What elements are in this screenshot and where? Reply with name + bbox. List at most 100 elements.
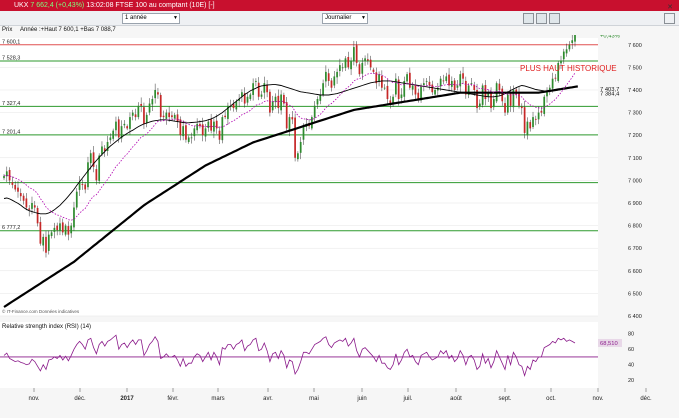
candle-body (478, 103, 481, 107)
candle-body (33, 205, 36, 208)
candle-body (473, 85, 476, 90)
candle-body (568, 44, 571, 50)
candle-body (394, 78, 397, 95)
tools-icon[interactable] (536, 13, 547, 24)
candle-body (176, 114, 179, 122)
x-tick-label: 2017 (120, 396, 134, 402)
candle-body (45, 236, 47, 253)
candle-body (546, 92, 548, 97)
candle-body (445, 76, 448, 81)
rsi-tick-label: 20 (628, 378, 634, 384)
candle-body (520, 106, 523, 109)
candle-body (255, 80, 257, 82)
candle-body (518, 92, 520, 106)
candle-body (526, 121, 529, 136)
candle-body (28, 208, 31, 210)
candle-body (470, 83, 473, 85)
price-tick-label: 7 200 (628, 133, 642, 139)
candle-body (490, 93, 492, 109)
x-tick-label: juin (356, 396, 366, 402)
candle-body (221, 117, 224, 141)
candle-body (367, 59, 369, 61)
x-tick-label: avr. (263, 396, 273, 402)
candle-body (344, 58, 347, 68)
candle-body (257, 82, 260, 97)
candle-body (350, 60, 352, 70)
candle-body (355, 45, 358, 63)
candle-body (249, 94, 252, 100)
candle-body (498, 83, 501, 90)
candle-body (115, 121, 117, 131)
interval-select[interactable]: Journalier ▼ (322, 13, 368, 24)
candle-body (353, 47, 355, 61)
candle-body (232, 103, 235, 109)
x-tick-label: nov. (593, 396, 604, 402)
candle-body (532, 117, 534, 128)
candle-body (442, 80, 445, 82)
candle-body (554, 77, 557, 79)
price-plot-area (0, 38, 598, 316)
level-label: 7 600,1 (2, 39, 20, 45)
candle-body (406, 74, 408, 82)
toolbar: 1 année ▼ Journalier ▼ (0, 11, 679, 26)
candle-body (462, 73, 464, 79)
candle-body (322, 83, 324, 95)
candle-body (148, 103, 151, 113)
candle-body (294, 117, 296, 158)
candle-body (78, 182, 81, 190)
candle-body (235, 101, 238, 110)
x-tick-label: déc. (74, 396, 86, 402)
chevron-down-icon: ▼ (173, 15, 178, 21)
rsi-y-axis: 80 60 40 20 68,510 (598, 332, 634, 384)
candle-body (154, 89, 157, 99)
candle-body (297, 153, 299, 160)
level-label: 6 777,2 (2, 225, 20, 231)
candle-body (523, 107, 526, 133)
title-change: 7 662,4 (+0,43%) (30, 2, 85, 9)
settings-icon[interactable] (664, 13, 675, 24)
price-tick-label: 6 900 (628, 201, 642, 207)
interval-select-value: Journalier (325, 15, 352, 21)
candle-body (73, 207, 75, 228)
candle-body (151, 99, 154, 105)
candle-body (59, 223, 61, 232)
chart-svg: 7 600,1 7 528,3 7 327,4 7 201,4 6 777,2 7 60… (0, 35, 679, 402)
chart-type-icon[interactable] (523, 13, 534, 24)
candle-body (411, 85, 414, 90)
candle-body (81, 184, 84, 185)
candle-body (95, 169, 98, 181)
candle-body (347, 56, 350, 68)
candle-body (84, 184, 87, 190)
candle-body (361, 62, 364, 74)
candle-body (187, 137, 190, 142)
candle-body (372, 69, 375, 72)
candle-body (291, 117, 294, 120)
candle-body (19, 193, 22, 197)
candle-body (400, 94, 403, 99)
candle-body (25, 198, 28, 208)
x-tick-label: juil. (402, 396, 412, 402)
candle-body (162, 115, 165, 118)
candle-body (159, 94, 162, 118)
candle-body (336, 71, 338, 78)
candle-body (17, 187, 19, 192)
x-tick-label: août (450, 396, 462, 402)
candle-body (369, 59, 372, 68)
price-tick-label: 6 400 (628, 314, 642, 320)
candle-body (126, 126, 129, 129)
x-tick-label: févr. (167, 396, 179, 402)
candle-body (185, 125, 187, 140)
candle-body (165, 112, 168, 119)
candle-body (316, 99, 319, 105)
candle-body (87, 162, 89, 188)
candle-body (193, 128, 196, 137)
candle-body (145, 114, 148, 124)
candle-body (434, 89, 436, 95)
candle-body (22, 195, 25, 201)
candle-body (137, 105, 140, 118)
price-tick-label: 7 600 (628, 43, 642, 49)
title-rest: 13:02:08 FTSE 100 au comptant (10E) [-] (86, 2, 215, 9)
candle-body (431, 84, 434, 93)
indicator-icon[interactable] (549, 13, 560, 24)
period-select[interactable]: 1 année ▼ (122, 13, 180, 24)
